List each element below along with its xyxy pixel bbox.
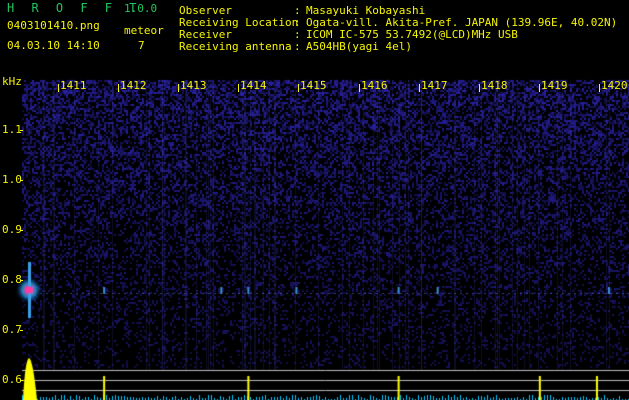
x-tick-label: 1416 bbox=[361, 79, 388, 92]
x-tick-label: 1413 bbox=[180, 79, 207, 92]
x-tick-label: 1419 bbox=[541, 79, 568, 92]
x-tick-mark bbox=[298, 84, 299, 92]
y-tick-label: 1.1 bbox=[2, 123, 22, 136]
y-tick-mark bbox=[20, 180, 23, 181]
y-axis-unit: kHz bbox=[2, 75, 22, 88]
filename-label: 0403101410.png bbox=[7, 19, 100, 32]
y-tick-mark bbox=[20, 380, 23, 381]
y-tick-label: 0.8 bbox=[2, 273, 22, 286]
app-title: H R O F F T bbox=[7, 1, 142, 15]
info-sep: : bbox=[294, 40, 301, 53]
x-tick-mark bbox=[539, 84, 540, 92]
x-tick-mark bbox=[118, 84, 119, 92]
y-tick-mark bbox=[20, 130, 23, 131]
x-tick-label: 1418 bbox=[481, 79, 508, 92]
y-tick-label: 0.7 bbox=[2, 323, 22, 336]
y-tick-label: 0.6 bbox=[2, 373, 22, 386]
y-tick-mark bbox=[20, 230, 23, 231]
meteor-count-value: 7 bbox=[138, 39, 145, 52]
info-label-antenna: Receiving antenna bbox=[179, 40, 292, 53]
y-tick-mark bbox=[20, 330, 23, 331]
x-tick-label: 1417 bbox=[421, 79, 448, 92]
x-tick-mark bbox=[178, 84, 179, 92]
meteor-count-label: meteor bbox=[124, 24, 164, 37]
x-tick-label: 1415 bbox=[300, 79, 327, 92]
info-value-antenna: A504HB(yagi 4el) bbox=[306, 40, 412, 53]
x-tick-label: 1411 bbox=[60, 79, 87, 92]
x-tick-mark bbox=[359, 84, 360, 92]
x-tick-mark bbox=[479, 84, 480, 92]
y-tick-mark bbox=[20, 280, 23, 281]
x-tick-label: 1420 bbox=[601, 79, 628, 92]
y-tick-label: 1.0 bbox=[2, 173, 22, 186]
x-tick-mark bbox=[419, 84, 420, 92]
x-tick-mark bbox=[599, 84, 600, 92]
datetime-label: 04.03.10 14:10 bbox=[7, 39, 100, 52]
x-tick-mark bbox=[58, 84, 59, 92]
x-tick-mark bbox=[238, 84, 239, 92]
app-version: 1.0.0 bbox=[124, 2, 158, 15]
x-tick-label: 1414 bbox=[240, 79, 267, 92]
spectrogram-canvas bbox=[0, 0, 629, 400]
x-tick-label: 1412 bbox=[120, 79, 147, 92]
y-tick-label: 0.9 bbox=[2, 223, 22, 236]
